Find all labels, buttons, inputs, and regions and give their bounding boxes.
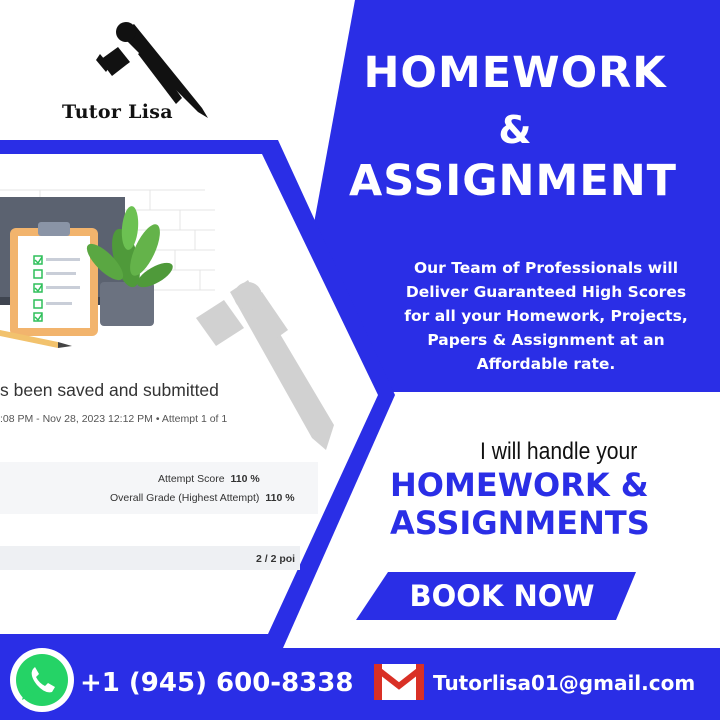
tagline-line-2: ASSIGNMENTS [390, 504, 650, 542]
headline-line-1: HOMEWORK [363, 48, 667, 98]
overall-grade-row: Overall Grade (Highest Attempt) 110 % [110, 492, 295, 504]
points-label: 2 / 2 poi [256, 553, 296, 565]
attempt-score-value: 110 % [230, 473, 260, 485]
submission-title: s been saved and submitted [0, 380, 219, 400]
book-now-button[interactable]: BOOK NOW [378, 572, 626, 620]
headline-line-3: ASSIGNMENT [348, 156, 678, 206]
description-line: Papers & Assignment at an [427, 331, 665, 349]
attempt-score-row: Attempt Score 110 % [158, 473, 260, 485]
points-bar [0, 546, 300, 570]
phone-number[interactable]: +1 (945) 600-8338 [80, 668, 353, 698]
submission-meta: :08 PM - Nov 28, 2023 12:12 PM • Attempt… [0, 413, 228, 425]
description-line: for all your Homework, Projects, [404, 307, 688, 325]
description-line: Our Team of Professionals will [413, 259, 679, 277]
gmail-icon [374, 664, 424, 700]
description-line: Deliver Guaranteed High Scores [405, 283, 687, 301]
email-address[interactable]: Tutorlisa01@gmail.com [433, 671, 695, 695]
advert-canvas: Tutor Lisa HOMEWORK & ASSIGNMENT Our Tea… [0, 0, 720, 720]
whatsapp-icon [10, 648, 74, 712]
overall-grade-value: 110 % [265, 492, 295, 504]
description-line: Affordable rate. [476, 355, 616, 373]
logo-name: Tutor Lisa [62, 101, 173, 123]
clipboard-illustration [10, 222, 98, 336]
tagline-line-1: HOMEWORK & [390, 466, 649, 504]
tagline-lead: I will handle your [480, 438, 638, 465]
overall-grade-label: Overall Grade (Highest Attempt) [110, 492, 260, 504]
description: Our Team of Professionals will Deliver G… [385, 256, 707, 376]
attempt-score-label: Attempt Score [158, 473, 225, 485]
score-card [0, 462, 318, 514]
headline-line-2: & [498, 108, 532, 152]
